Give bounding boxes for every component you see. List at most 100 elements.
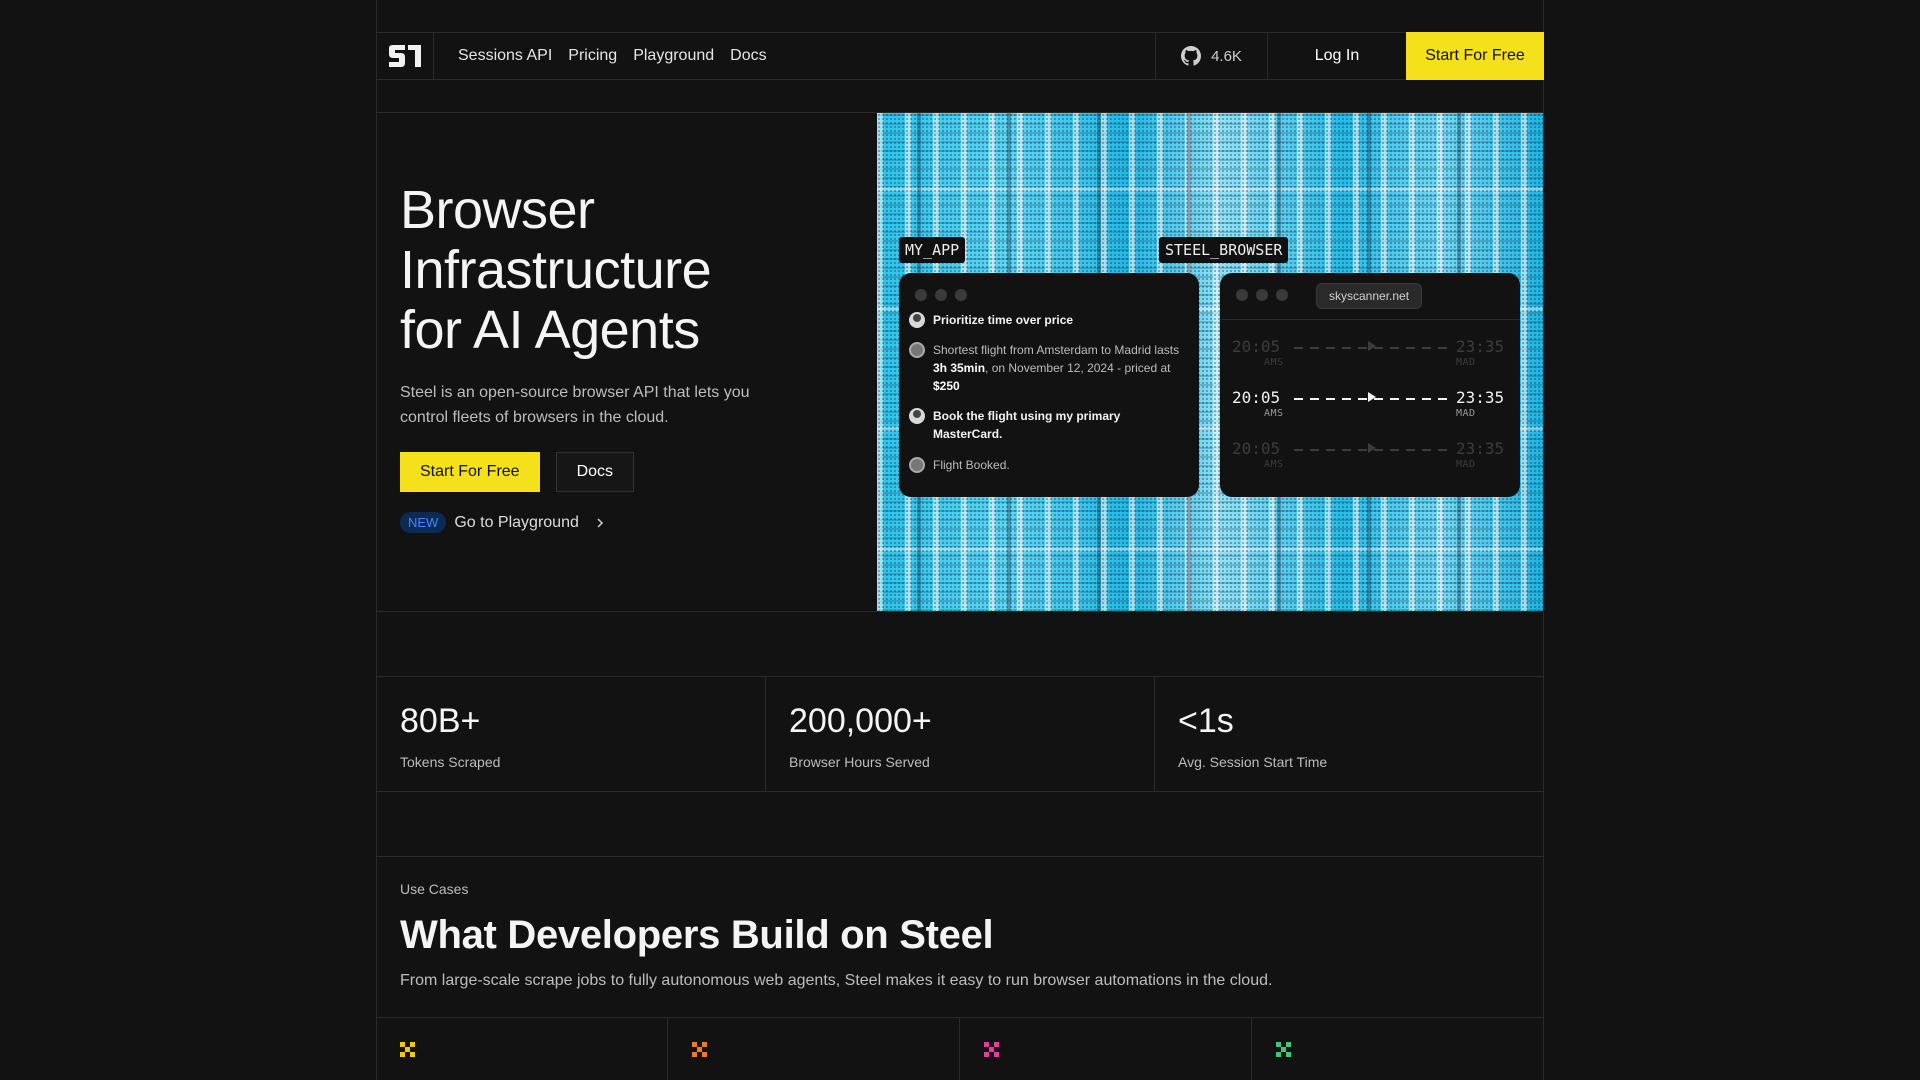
- steel-browser-window: skyscanner.net 20:05 AMS 23:35 MAD 20:05…: [1220, 273, 1520, 497]
- window-dot-icon: [935, 289, 947, 301]
- nav-link-sessions-api[interactable]: Sessions API: [458, 47, 552, 65]
- hero-illustration: MY_APP STEEL_BROWSER Prioritize time ove…: [877, 113, 1543, 611]
- use-case-pixel-icon: [1276, 1042, 1292, 1058]
- pixel: [994, 1042, 999, 1047]
- nav-link-playground[interactable]: Playground: [633, 47, 714, 65]
- destination-code: MAD: [1456, 459, 1476, 470]
- chat-message-text: Prioritize time over price: [933, 313, 1074, 327]
- chevron-right-icon: [597, 517, 603, 528]
- origin-code: AMS: [1264, 459, 1284, 470]
- logo[interactable]: [376, 32, 434, 80]
- github-icon: [1181, 46, 1202, 66]
- plane-arrow-icon: [1368, 443, 1376, 453]
- divider: [376, 611, 1544, 612]
- pixel: [692, 1052, 697, 1057]
- stat-label: Browser Hours Served: [789, 754, 930, 770]
- pixel: [702, 1052, 707, 1057]
- flight-row[interactable]: 20:05 AMS 23:35 MAD: [1232, 335, 1507, 375]
- steel-browser-tag: STEEL_BROWSER: [1159, 237, 1289, 263]
- flight-row[interactable]: 20:05 AMS 23:35 MAD: [1232, 437, 1507, 477]
- flight-row-selected[interactable]: 20:05 AMS 23:35 MAD: [1232, 386, 1507, 426]
- window-dot-icon: [1236, 289, 1248, 301]
- hero-title: Browser Infrastructure for AI Agents: [400, 180, 840, 360]
- nav-link-pricing[interactable]: Pricing: [568, 47, 617, 65]
- section-kicker: Use Cases: [400, 881, 469, 897]
- flight-duration: 3h 35min: [933, 361, 986, 375]
- divider: [376, 856, 1544, 857]
- use-case-pixel-icon: [692, 1042, 708, 1058]
- origin-code: AMS: [1264, 357, 1284, 368]
- chat-message-text: Shortest flight from Amsterdam to Madrid…: [933, 341, 1189, 395]
- stat-value: 80B+: [400, 702, 481, 740]
- login-button[interactable]: Log In: [1267, 32, 1406, 80]
- hero-buttons: Start For Free Docs: [400, 452, 840, 492]
- browser-url-bar[interactable]: skyscanner.net: [1316, 283, 1423, 309]
- chat-text-part: , on November 12, 2024 - priced at: [985, 361, 1171, 375]
- stat-value: <1s: [1178, 702, 1234, 740]
- arrival-time: 23:35: [1456, 337, 1505, 356]
- stat-tokens: 80B+ Tokens Scraped: [376, 676, 765, 790]
- divider: [959, 1017, 960, 1080]
- arrival-time: 23:35: [1456, 388, 1505, 407]
- new-badge: NEW: [400, 512, 447, 533]
- user-avatar-icon: [909, 408, 925, 424]
- section-subtitle: From large-scale scrape jobs to fully au…: [400, 972, 1273, 989]
- github-stars: 4.6K: [1211, 47, 1242, 65]
- flight-price: $250: [933, 379, 960, 393]
- destination-code: MAD: [1456, 408, 1476, 419]
- start-for-free-button[interactable]: Start For Free: [400, 452, 540, 492]
- pixel: [1276, 1052, 1281, 1057]
- chat-message-bot: Shortest flight from Amsterdam to Madrid…: [909, 341, 1189, 395]
- bot-avatar-icon: [909, 342, 925, 358]
- plane-arrow-icon: [1368, 341, 1376, 351]
- steel-logo-icon: [388, 45, 421, 67]
- stat-value: 200,000+: [789, 702, 932, 740]
- origin-code: AMS: [1264, 408, 1284, 419]
- stat-label: Tokens Scraped: [400, 754, 501, 770]
- destination-code: MAD: [1456, 357, 1476, 368]
- my-app-window: Prioritize time over price Shortest flig…: [899, 273, 1199, 497]
- divider: [1251, 1017, 1252, 1080]
- nav-link-docs[interactable]: Docs: [730, 47, 766, 65]
- chat-message-text: Flight Booked.: [933, 458, 1010, 472]
- top-nav: Sessions API Pricing Playground Docs 4.6…: [376, 32, 1544, 80]
- chat-message-text: Book the flight using my primary MasterC…: [933, 409, 1121, 441]
- departure-time: 20:05: [1232, 439, 1281, 458]
- plane-arrow-icon: [1368, 392, 1376, 402]
- hero: Browser Infrastructure for AI Agents Ste…: [400, 180, 840, 533]
- divider: [376, 1017, 1544, 1018]
- pixel: [1286, 1042, 1291, 1047]
- pixel: [400, 1052, 405, 1057]
- window-controls: [1236, 289, 1288, 301]
- start-for-free-nav-button[interactable]: Start For Free: [1406, 32, 1544, 80]
- chat-message-user: Prioritize time over price: [909, 311, 1073, 329]
- divider: [376, 791, 1544, 792]
- github-button[interactable]: 4.6K: [1155, 32, 1267, 80]
- window-dot-icon: [1256, 289, 1268, 301]
- window-dot-icon: [915, 289, 927, 301]
- bot-avatar-icon: [909, 457, 925, 473]
- chat-message-user: Book the flight using my primary MasterC…: [909, 407, 1179, 443]
- divider: [1220, 319, 1520, 320]
- departure-time: 20:05: [1232, 388, 1281, 407]
- docs-button[interactable]: Docs: [555, 452, 635, 492]
- stat-browser-hours: 200,000+ Browser Hours Served: [765, 676, 1154, 790]
- nav-links: Sessions API Pricing Playground Docs: [434, 32, 1155, 80]
- pixel: [410, 1042, 415, 1047]
- use-case-pixel-icon: [400, 1042, 416, 1058]
- window-controls: [915, 289, 967, 301]
- pixel: [1286, 1052, 1291, 1057]
- playground-link[interactable]: NEW Go to Playground: [400, 512, 840, 533]
- pixel: [994, 1052, 999, 1057]
- chat-text-part: Shortest flight from Amsterdam to Madrid…: [933, 343, 1180, 357]
- stat-session-start: <1s Avg. Session Start Time: [1154, 676, 1543, 790]
- pixel: [410, 1052, 415, 1057]
- window-dot-icon: [1276, 289, 1288, 301]
- my-app-tag: MY_APP: [899, 237, 966, 263]
- divider: [667, 1017, 668, 1080]
- hero-title-line: for AI Agents: [400, 300, 700, 360]
- hero-subtitle: Steel is an open-source browser API that…: [400, 384, 750, 426]
- user-avatar-icon: [909, 312, 925, 328]
- hero-title-line: Browser: [400, 180, 595, 240]
- section-title: What Developers Build on Steel: [400, 913, 994, 957]
